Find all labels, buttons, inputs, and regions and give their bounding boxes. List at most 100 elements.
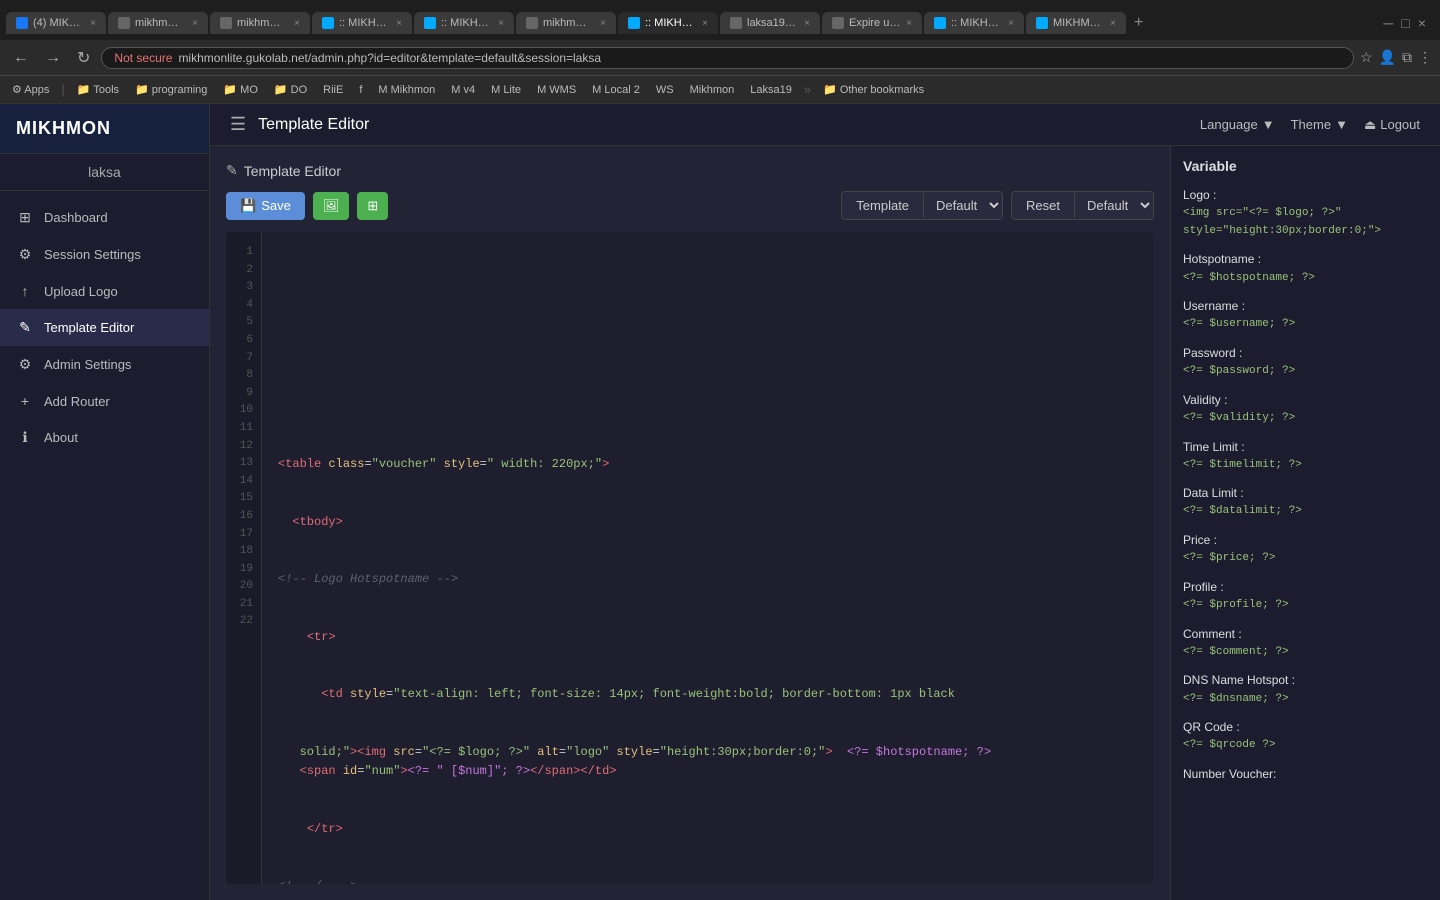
code-editor[interactable]: 1 2 3 4 5 6 7 8 9 10 11 12 13 1 [226,232,1154,884]
bookmark-laksa19[interactable]: Laksa19 [746,83,796,97]
tab-10[interactable]: :: MIKH… × [924,12,1024,34]
tab-label: laksa19… [747,17,796,29]
code-line-6: <!-- Logo Hotspotname --> [278,570,1138,589]
line-num-15: 15 [226,490,261,508]
tab-favicon [526,17,538,29]
sidebar-item-template-editor[interactable]: ✎ Template Editor [0,309,209,346]
main-header: ☰ Template Editor Language ▼ Theme ▼ ⏏ L… [210,104,1440,146]
bookmark-programing[interactable]: 📁 programing [131,82,211,97]
tab-favicon [16,17,28,29]
reload-button[interactable]: ↻ [72,46,95,70]
sidebar: MIKHMON laksa ⊞ Dashboard ⚙ Session Sett… [0,104,210,900]
tab-5[interactable]: :: MIKH… × [414,12,514,34]
nav-bar: ← → ↻ Not secure mikhmonlite.gukolab.net… [0,40,1440,76]
menu-toggle-button[interactable]: ☰ [230,114,246,135]
bookmark-other[interactable]: 📁 Other bookmarks [819,82,928,97]
tab-7-active[interactable]: :: MIKH… × [618,12,718,34]
bookmark-v4[interactable]: M v4 [447,83,479,97]
tab-1[interactable]: (4) MIK… × [6,12,106,34]
back-button[interactable]: ← [8,47,34,69]
sidebar-brand: MIKHMON [0,104,209,154]
reset-select[interactable]: Default [1075,192,1153,219]
sidebar-menu: ⊞ Dashboard ⚙ Session Settings ↑ Upload … [0,191,209,900]
profile-icon[interactable]: 👤 [1379,49,1396,66]
template-select[interactable]: Default [924,192,1002,219]
bookmark-riie[interactable]: RiiE [319,83,347,97]
sidebar-label-about: About [44,430,78,445]
line-num-1: 1 [226,244,261,262]
content-area: ✎ Template Editor 💾 Save 🖼 ⊞ Template [210,146,1440,900]
tab-close[interactable]: × [702,18,708,29]
page-title: Template Editor [258,116,1200,134]
tab-close[interactable]: × [804,18,810,29]
extensions-icon[interactable]: ⧉ [1402,49,1412,66]
tab-9[interactable]: Expire u… × [822,12,922,34]
app-container: MIKHMON laksa ⊞ Dashboard ⚙ Session Sett… [0,104,1440,900]
line-num-11: 11 [226,420,261,438]
bookmark-mikhmon[interactable]: M Mikhmon [374,83,439,97]
tab-close[interactable]: × [192,18,198,29]
bookmark-wms[interactable]: M WMS [533,83,580,97]
brand-name: MIKHMON [16,118,193,139]
line-num-4: 4 [226,297,261,315]
logout-label: Logout [1380,117,1420,132]
bookmark-local2[interactable]: M Local 2 [588,83,644,97]
tab-4[interactable]: :: MIKH… × [312,12,412,34]
sidebar-item-session-settings[interactable]: ⚙ Session Settings [0,236,209,273]
sidebar-item-upload-logo[interactable]: ↑ Upload Logo [0,273,209,309]
language-dropdown[interactable]: Language ▼ [1200,117,1275,132]
tab-close[interactable]: × [906,18,912,29]
tab-6[interactable]: mikhm… × [516,12,616,34]
menu-icon[interactable]: ⋮ [1418,49,1432,66]
tab-11[interactable]: MIKHM… × [1026,12,1126,34]
minimize-button[interactable]: ─ [1383,15,1393,31]
tab-3[interactable]: mikhm… × [210,12,310,34]
address-bar[interactable]: Not secure mikhmonlite.gukolab.net/admin… [101,47,1354,69]
tab-close[interactable]: × [1008,18,1014,29]
sidebar-item-add-router[interactable]: + Add Router [0,383,209,419]
close-window-button[interactable]: × [1418,15,1426,31]
new-tab-button[interactable]: + [1128,12,1149,34]
logout-button[interactable]: ⏏ Logout [1364,117,1420,133]
tab-close[interactable]: × [396,18,402,29]
url-display: mikhmonlite.gukolab.net/admin.php?id=edi… [178,51,601,65]
theme-dropdown[interactable]: Theme ▼ [1291,117,1348,132]
bookmark-lite[interactable]: M Lite [487,83,525,97]
upload-logo-icon: ↑ [16,283,34,299]
tab-favicon [832,17,844,29]
tab-8[interactable]: laksa19… × [720,12,820,34]
var-dnsname: DNS Name Hotspot : <?= $dnsname; ?> [1183,671,1428,708]
save-button[interactable]: 💾 Save [226,192,305,220]
sidebar-item-dashboard[interactable]: ⊞ Dashboard [0,199,209,236]
tab-close[interactable]: × [294,18,300,29]
bookmark-facebook[interactable]: f [355,83,366,97]
tab-2[interactable]: mikhm… × [108,12,208,34]
code-line-1 [278,282,1138,301]
bookmark-star-icon[interactable]: ☆ [1360,49,1373,66]
bookmark-do[interactable]: 📁 DO [270,82,311,97]
tab-close[interactable]: × [90,18,96,29]
bookmark-tools[interactable]: 📁 Tools [73,82,123,97]
var-username: Username : <?= $username; ?> [1183,297,1428,334]
reset-label[interactable]: Reset [1012,193,1075,218]
bookmark-mo[interactable]: 📁 MO [219,82,261,97]
tab-close[interactable]: × [1110,18,1116,29]
code-line-5: <tbody> [278,513,1138,532]
bookmark-mikhmon2[interactable]: Mikhmon [686,83,739,97]
var-number-voucher: Number Voucher: [1183,765,1428,784]
image-button[interactable]: 🖼 [313,192,350,220]
bookmark-apps[interactable]: ⚙ Apps [8,82,53,97]
bookmark-ws[interactable]: WS [652,83,678,97]
tab-controls: ─ □ × [1383,15,1434,31]
save-icon: 💾 [240,198,256,214]
tab-close[interactable]: × [498,18,504,29]
sidebar-user: laksa [0,154,209,191]
forward-button[interactable]: → [40,47,66,69]
tab-close[interactable]: × [600,18,606,29]
code-line-4: <table class="voucher" style=" width: 22… [278,455,1138,474]
sidebar-item-about[interactable]: ℹ About [0,419,209,456]
sidebar-item-admin-settings[interactable]: ⚙ Admin Settings [0,346,209,383]
code-content[interactable]: <table class="voucher" style=" width: 22… [262,232,1154,884]
maximize-button[interactable]: □ [1401,15,1409,31]
grid-button[interactable]: ⊞ [357,192,388,220]
